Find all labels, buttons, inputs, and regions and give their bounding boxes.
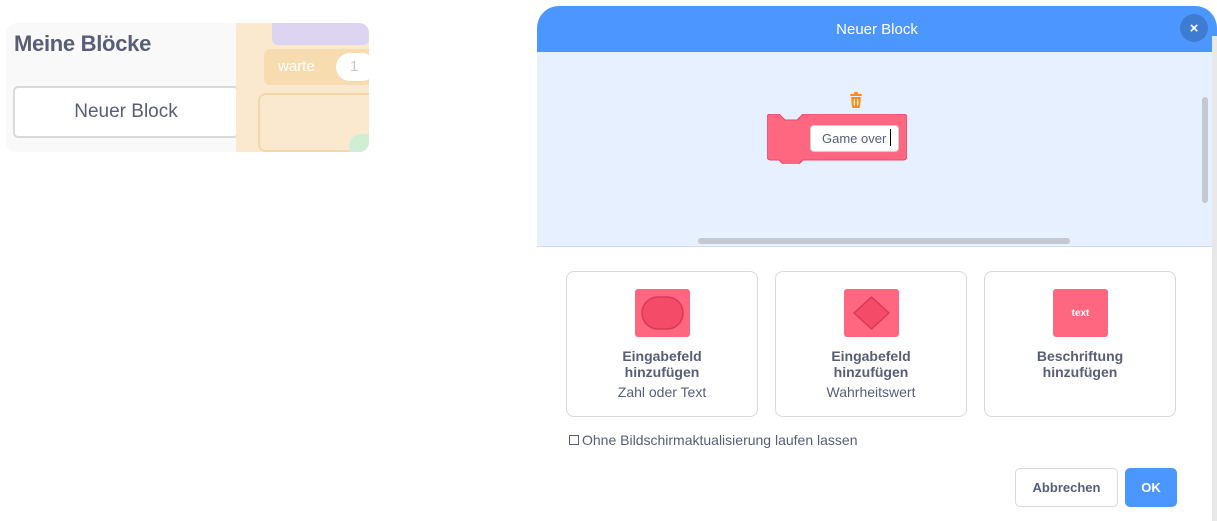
add-boolean-input-button[interactable]: Eingabefeld hinzufügen Wahrheitswert <box>775 271 967 417</box>
right-edge-shadow <box>1212 36 1217 521</box>
text-caret <box>890 129 891 146</box>
add-label-button[interactable]: text Beschriftung hinzufügen <box>984 271 1176 417</box>
label-text-icon: text <box>1053 289 1108 337</box>
my-blocks-palette: Meine Blöcke Neuer Block warte 1 <box>6 23 369 152</box>
block-name-text: Game over <box>822 131 887 146</box>
run-without-refresh-label: Ohne Bildschirmaktualisierung laufen las… <box>582 432 858 448</box>
ghost-block-purple <box>272 23 369 45</box>
option-title-line2: hinzufügen <box>1042 364 1118 380</box>
ghost-wait-label: warte <box>278 58 315 75</box>
option-subtitle: Wahrheitswert <box>826 384 916 400</box>
block-preview-workspace[interactable]: Game over <box>537 52 1217 247</box>
option-title-line1: Eingabefeld <box>622 348 702 364</box>
vertical-scrollbar[interactable] <box>1202 97 1208 203</box>
round-input-icon <box>635 289 690 337</box>
dialog-header: Neuer Block × <box>537 6 1217 52</box>
option-subtitle: Zahl oder Text <box>617 384 707 400</box>
option-title-line2: hinzufügen <box>833 364 909 380</box>
horizontal-scrollbar[interactable] <box>698 238 1070 244</box>
cancel-button[interactable]: Abbrechen <box>1015 468 1118 507</box>
ok-button[interactable]: OK <box>1125 468 1177 507</box>
option-title-line1: Eingabefeld <box>831 348 911 364</box>
new-block-dialog: Neuer Block × Game over Eingabefeld hinz… <box>537 6 1217 521</box>
run-without-refresh-checkbox[interactable] <box>569 435 579 445</box>
close-button[interactable]: × <box>1180 14 1208 42</box>
close-icon: × <box>1189 19 1199 37</box>
ghost-wait-value: 1 <box>336 53 369 81</box>
boolean-input-icon <box>844 289 899 337</box>
label-icon-text: text <box>1071 307 1090 319</box>
palette-title: Meine Blöcke <box>14 31 152 56</box>
trash-icon[interactable] <box>849 92 863 108</box>
new-block-button[interactable]: Neuer Block <box>13 86 239 138</box>
add-number-text-input-button[interactable]: Eingabefeld hinzufügen Zahl oder Text <box>566 271 758 417</box>
run-without-refresh-option[interactable]: Ohne Bildschirmaktualisierung laufen las… <box>569 432 857 448</box>
script-area-preview: warte 1 <box>236 23 369 152</box>
ghost-block-green <box>349 134 369 152</box>
option-title-line1: Beschriftung <box>1036 348 1124 364</box>
ghost-wait-block: warte 1 <box>264 49 369 85</box>
dialog-title: Neuer Block <box>836 20 918 38</box>
option-title-line2: hinzufügen <box>624 364 700 380</box>
